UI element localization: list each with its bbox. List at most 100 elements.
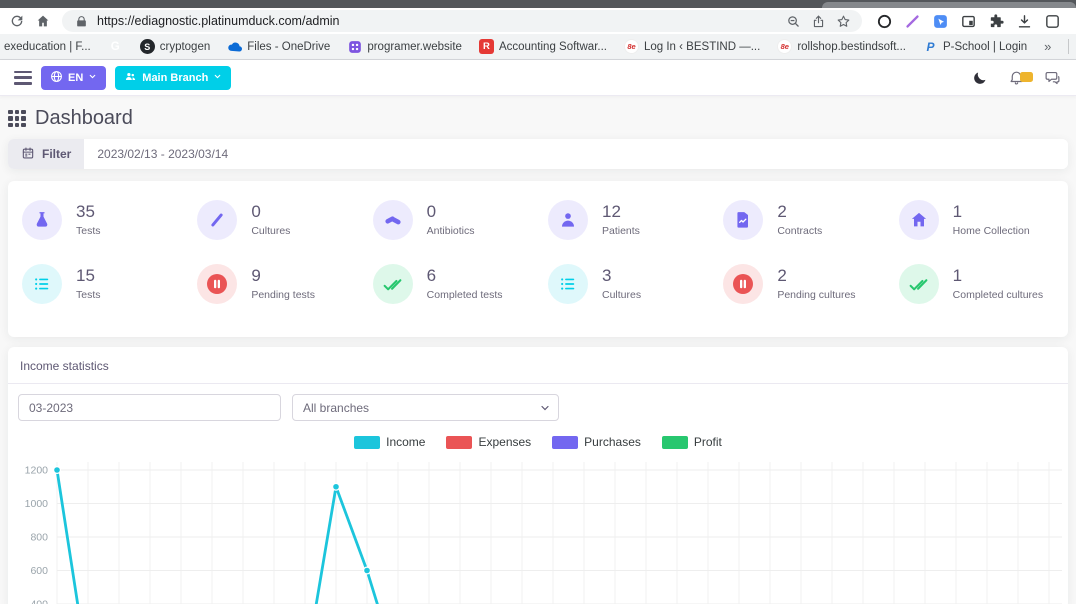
zoom-out-icon[interactable] [784,12,802,30]
address-bar[interactable]: https://ediagnostic.platinumduck.com/adm… [62,10,862,32]
users-icon [124,70,137,86]
stat-label: Home Collection [953,225,1030,237]
bookmark-label: exeducation | F... [4,41,91,53]
patient-icon [548,200,588,240]
branch-select[interactable]: All branches [292,394,559,421]
legend-item-profit[interactable]: Profit [662,435,722,449]
stat-patients: 12Patients [538,200,713,240]
share-icon[interactable] [809,12,827,30]
downloads-icon[interactable] [1014,11,1035,32]
bookmarks-bar: exeducation | F... G Scryptogen Files - One… [0,34,1076,60]
filter-button[interactable]: Filter [8,139,84,169]
bookmark-item[interactable]: Scryptogen [140,39,211,54]
bookmarks-divider [1068,39,1069,54]
globe-icon [50,70,63,86]
stat-text: 12Patients [602,203,640,237]
stat-completed-tests: 6Completed tests [363,264,538,304]
stat-label: Completed tests [427,289,503,301]
red-8e-favicon-icon: 8e [777,39,792,54]
legend-label: Purchases [584,435,641,449]
legend-label: Income [386,435,425,449]
reload-icon[interactable] [6,10,28,32]
contract-icon [723,200,763,240]
legend-swatch [662,436,688,449]
bookmark-label: Log In ‹ BESTIND —... [644,41,760,53]
branch-button[interactable]: Main Branch [115,66,231,90]
stat-value: 35 [76,203,101,222]
filter-card: Filter [8,139,1068,169]
stat-label: Tests [76,225,101,237]
bookmarks-overflow-chevron[interactable]: » [1044,39,1051,54]
stat-label: Pending tests [251,289,315,301]
calendar-icon [21,146,35,163]
legend-item-expenses[interactable]: Expenses [446,435,531,449]
notifications-bell-icon[interactable] [1006,68,1026,88]
menu-toggle-icon[interactable] [14,71,32,85]
stat-text: 35 Tests [76,203,101,237]
bookmark-label: programer.website [367,41,462,53]
stat-label: Contracts [777,225,822,237]
stat-text: 0Antibiotics [427,203,475,237]
language-button[interactable]: EN [41,66,106,90]
bookmark-label: Accounting Softwar... [499,41,607,53]
month-input[interactable] [18,394,281,421]
google-g-favicon-icon: G [108,39,123,54]
stat-text: 0Cultures [251,203,290,237]
app-navbar: EN Main Branch [0,60,1076,96]
bookmark-item[interactable]: exeducation | F... [4,41,91,53]
home-icon [899,200,939,240]
stat-label: Completed cultures [953,289,1043,301]
stats-grid: 35Tests0Cultures0Antibiotics12Patients2C… [12,200,1064,304]
home-icon[interactable] [32,10,54,32]
circle-extension-icon[interactable] [874,11,895,32]
income-title: Income statistics [8,347,1068,383]
stat-text: 2Contracts [777,203,822,237]
pen-extension-icon[interactable] [902,11,923,32]
stat-text: 6Completed tests [427,267,503,301]
stat-value: 1 [953,267,1043,286]
stat-text: 2 Pending cultures [777,267,855,301]
legend-swatch [446,436,472,449]
bookmark-item[interactable]: Files - OneDrive [227,39,330,54]
dark-mode-moon-icon[interactable] [970,68,990,88]
url-text[interactable]: https://ediagnostic.platinumduck.com/adm… [97,14,777,28]
stat-label: Cultures [602,289,641,301]
stat-label: Pending cultures [777,289,855,301]
side-panel-icon[interactable] [958,11,979,32]
red-r-favicon-icon: R [479,39,494,54]
legend-item-purchases[interactable]: Purchases [552,435,641,449]
red-8e-favicon-icon: 8e [624,39,639,54]
blue-extension-icon[interactable] [930,11,951,32]
browser-tab[interactable] [822,2,1076,8]
page-title: Dashboard [35,107,133,130]
stat-value: 12 [602,203,640,222]
legend-label: Expenses [478,435,531,449]
bookmark-item[interactable]: 8erollshop.bestindsoft... [777,39,906,54]
bookmark-item[interactable]: G [108,39,123,54]
stat-label: Cultures [251,225,290,237]
bookmark-label: Files - OneDrive [247,41,330,53]
bookmark-item[interactable]: 8e Log In ‹ BESTIND —... [624,39,760,54]
stat-cultures: 0Cultures [187,200,362,240]
legend-item-income[interactable]: Income [354,435,425,449]
stat-label: Antibiotics [427,225,475,237]
notification-badge [1020,72,1033,82]
date-range-input[interactable] [84,139,1068,169]
bookmark-label: P-School | Login [943,41,1027,53]
profile-avatar[interactable] [1042,11,1063,32]
filter-button-label: Filter [42,147,71,161]
stat-value: 2 [777,267,855,286]
checks-icon [899,264,939,304]
bookmark-item[interactable]: PP-School | Login [923,39,1027,54]
pills-icon [373,200,413,240]
bookmark-item[interactable]: programer.website [347,39,462,54]
chat-icon[interactable] [1042,68,1062,88]
bookmark-star-icon[interactable] [834,12,852,30]
extensions-puzzle-icon[interactable] [986,11,1007,32]
stat-home-collection: 1Home Collection [889,200,1064,240]
chart-legend: Income Expenses Purchases Profit [8,435,1068,449]
legend-swatch [354,436,380,449]
extension-area [874,11,1063,32]
pause-icon [197,264,237,304]
bookmark-item[interactable]: R Accounting Softwar... [479,39,607,54]
